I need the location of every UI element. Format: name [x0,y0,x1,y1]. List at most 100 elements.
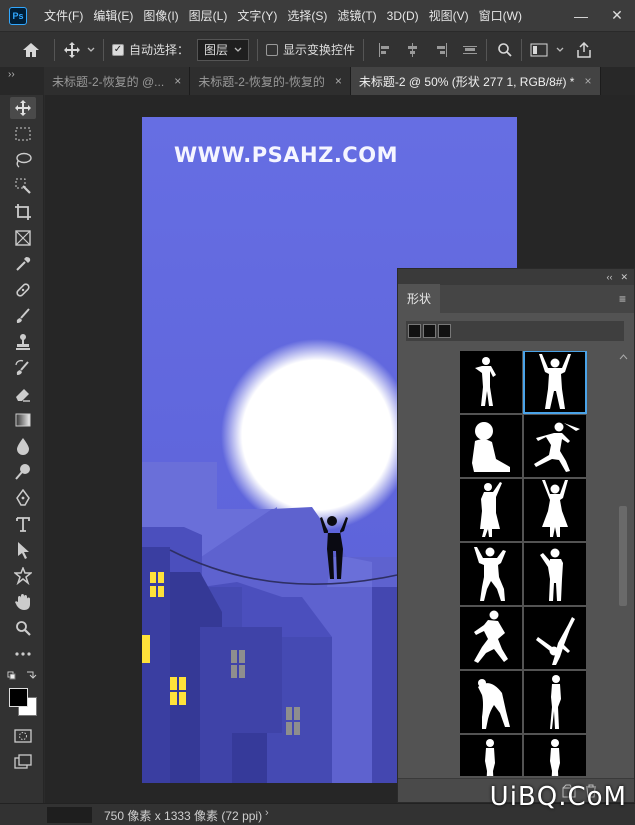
custom-shape-tool[interactable] [12,565,34,587]
chevron-down-icon[interactable] [556,47,564,53]
auto-select-dropdown[interactable]: 图层 [197,38,250,61]
shape-group-path[interactable] [406,321,624,341]
shape-thumbnail[interactable] [524,607,586,669]
zoom-level-field[interactable] [47,807,92,823]
sitting-child-shape-icon [472,422,510,472]
scroll-up-icon[interactable] [619,353,629,361]
align-center-icon[interactable] [406,42,420,58]
move-tool-preset[interactable] [63,41,95,59]
gradient-tool[interactable] [12,409,34,431]
tab-label: 未标题-2-恢复的-恢复的 [198,74,325,89]
dodge-tool[interactable] [12,461,34,483]
share-icon[interactable] [576,41,592,58]
shape-thumbnail[interactable] [460,735,522,776]
panel-menu-icon[interactable]: ≡ [619,292,626,306]
align-top-icon[interactable] [462,42,478,58]
tab-collapse-toggle[interactable]: ›› [0,67,44,95]
close-panel-button[interactable]: ✕ [620,272,628,283]
healing-brush-tool[interactable] [12,279,34,301]
menu-edit[interactable]: 编辑(E) [88,7,138,24]
close-icon[interactable]: × [335,74,342,88]
align-right-icon[interactable] [434,42,448,58]
tab-label: 未标题-2 @ 50% (形状 277 1, RGB/8#) * [358,74,575,89]
search-icon[interactable] [497,42,513,58]
frame-tool[interactable] [12,227,34,249]
type-tool[interactable] [12,513,34,535]
divider [54,38,55,61]
menu-select[interactable]: 选择(S) [282,7,332,24]
history-brush-tool[interactable] [12,357,34,379]
swap-colors-icon[interactable] [7,670,37,680]
menu-layer[interactable]: 图层(L) [184,7,233,24]
hand-icon [15,594,30,610]
shape-thumbnail[interactable] [524,671,586,733]
tab-document-1[interactable]: 未标题-2-恢复的 @... × [44,67,191,95]
quick-select-tool[interactable] [12,175,34,197]
path-selection-tool[interactable] [12,539,34,561]
align-left-icon[interactable] [378,42,392,58]
marquee-tool[interactable] [12,123,34,145]
screen-mode-tool[interactable] [12,751,34,773]
brush-tool[interactable] [12,305,34,327]
tab-shapes[interactable]: 形状 [398,284,441,313]
minimize-button[interactable]: — [563,8,599,24]
shape-group-thumbnail[interactable] [408,324,421,338]
blur-tool[interactable] [12,435,34,457]
pen-tool[interactable] [12,487,34,509]
shape-thumbnail[interactable] [460,415,522,477]
type-icon [16,517,30,532]
workspace-icon[interactable] [530,43,548,57]
color-swatches[interactable] [8,687,38,717]
clone-stamp-tool[interactable] [12,331,34,353]
foreground-color-swatch[interactable] [9,688,28,707]
menu-filter[interactable]: 滤镜(T) [332,7,381,24]
auto-select-checkbox[interactable]: ✓ [112,43,124,56]
shape-thumbnail[interactable] [460,607,522,669]
shape-thumbnail[interactable] [460,543,522,605]
shape-thumbnail[interactable] [524,735,586,776]
eraser-tool[interactable] [12,383,34,405]
eyedropper-tool[interactable] [12,253,34,275]
close-icon[interactable]: × [584,74,591,88]
shape-thumbnail[interactable] [524,415,586,477]
show-transform-checkbox[interactable] [266,43,279,56]
collapse-panel-button[interactable]: ‹‹ [606,272,612,282]
standing-person-shape-icon [485,739,495,776]
more-tools[interactable] [12,643,34,665]
backbend-shape-icon [478,679,510,729]
show-transform-label: 显示变换控件 [283,43,356,57]
tab-document-2[interactable]: 未标题-2-恢复的-恢复的 × [190,67,351,95]
shape-group-thumbnail[interactable] [423,324,436,338]
shapes-scrollbar[interactable] [618,351,628,776]
options-bar: ✓ 自动选择： 图层 显示变换控件 [0,31,635,67]
lasso-tool[interactable] [12,149,34,171]
shape-thumbnail[interactable] [524,479,586,541]
shape-thumbnail[interactable] [460,671,522,733]
close-icon[interactable]: × [174,74,181,88]
close-window-button[interactable]: ✕ [599,7,635,24]
shape-group-thumbnail[interactable] [438,324,451,338]
shape-thumbnail[interactable] [524,543,586,605]
quick-mask-tool[interactable] [12,725,34,747]
shape-thumbnail[interactable] [460,479,522,541]
menu-image[interactable]: 图像(I) [138,7,183,24]
shape-thumbnail[interactable] [460,351,522,413]
tab-document-active[interactable]: 未标题-2 @ 50% (形状 277 1, RGB/8#) * × [350,67,601,95]
eyedropper-icon [16,257,31,271]
shape-thumbnail-selected[interactable] [523,351,587,414]
crop-tool[interactable] [12,201,34,223]
divider [521,38,523,61]
menu-window[interactable]: 窗口(W) [474,7,527,24]
menu-view[interactable]: 视图(V) [424,7,474,24]
move-tool[interactable] [10,97,36,119]
hand-tool[interactable] [12,591,34,613]
menu-3d[interactable]: 3D(D) [382,9,424,23]
status-menu-arrow[interactable]: › [265,807,269,819]
home-button[interactable] [16,42,46,58]
menu-type[interactable]: 文字(Y) [232,7,282,24]
document-tab-bar: ›› 未标题-2-恢复的 @... × 未标题-2-恢复的-恢复的 × 未标题-… [0,67,635,95]
zoom-tool[interactable] [12,617,34,639]
menu-file[interactable]: 文件(F) [39,7,88,24]
crop-icon [15,204,31,220]
scrollbar-thumb[interactable] [619,506,627,606]
